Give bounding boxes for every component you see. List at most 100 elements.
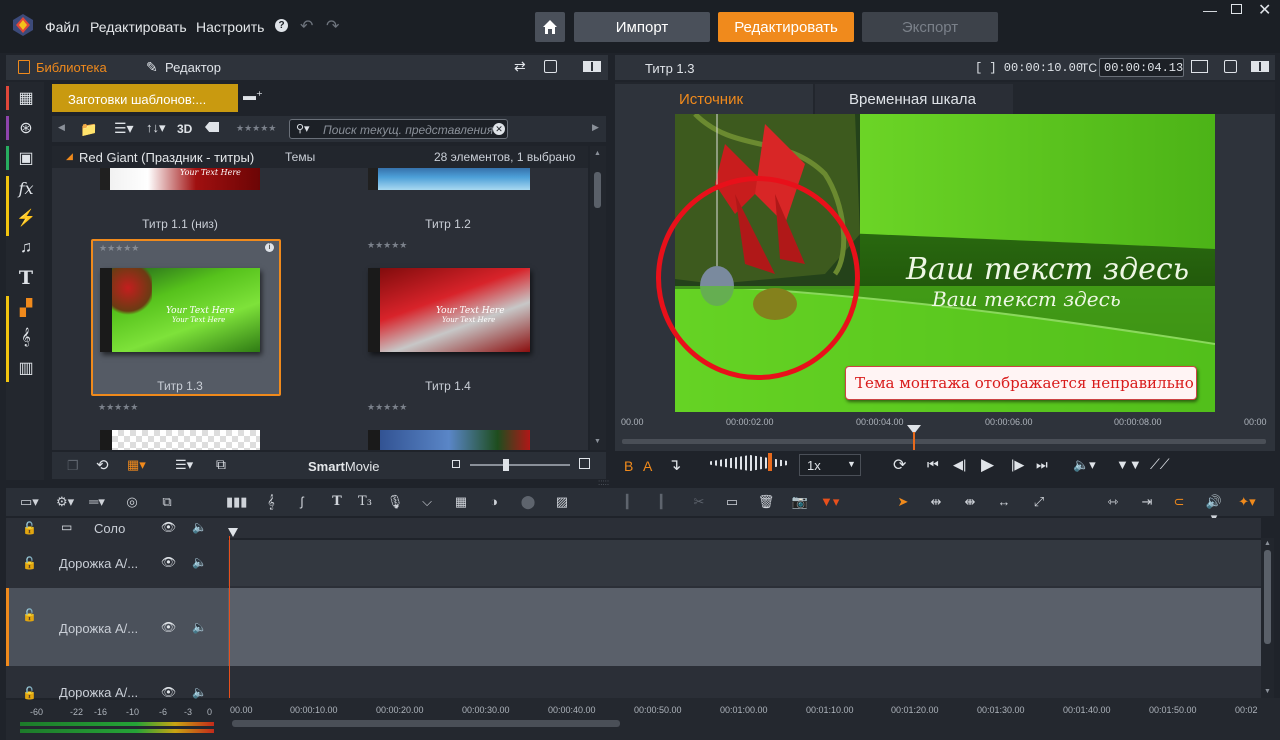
stack-icon[interactable]: ❐: [67, 458, 79, 474]
thumbnail-1-6[interactable]: [368, 430, 530, 450]
track-layout-icon[interactable]: ▭▾: [20, 494, 39, 510]
step-back-icon[interactable]: ◀|: [953, 457, 966, 473]
sidebar-transitions-icon[interactable]: ⚡: [14, 206, 38, 230]
lock-icon[interactable]: 🔓: [22, 556, 37, 570]
thumbnail-1-3[interactable]: Your Text Here Your Text Here: [100, 268, 260, 352]
horizontal-scrollbar[interactable]: [232, 720, 620, 727]
razor-icon[interactable]: ✂: [690, 494, 708, 510]
play-icon[interactable]: ▶: [981, 455, 994, 475]
title-icon[interactable]: T: [328, 494, 346, 509]
pointer-tool-icon[interactable]: ➤: [894, 494, 912, 510]
track-name[interactable]: Дорожка А/...: [59, 556, 138, 571]
go-end-icon[interactable]: ⏭: [1036, 457, 1048, 473]
add-collection-icon[interactable]: ▬⁺: [243, 88, 263, 104]
swap-icon[interactable]: ⇄: [514, 58, 526, 75]
effects-icon[interactable]: ʃ: [293, 494, 311, 509]
track-name[interactable]: Дорожка А/...: [59, 685, 138, 700]
mark-in-icon[interactable]: ▼▼: [1116, 457, 1142, 472]
trim-icon[interactable]: ⇹: [927, 494, 945, 510]
speaker-icon[interactable]: 🔈: [192, 620, 207, 634]
voiceover-icon[interactable]: 🎙: [386, 494, 404, 510]
track-name[interactable]: Дорожка А/...: [59, 621, 138, 636]
menu-edit[interactable]: Редактировать: [90, 19, 187, 35]
motion-icon[interactable]: ⌵: [418, 494, 436, 510]
tab-timeline[interactable]: Временная шкала: [815, 84, 1013, 114]
speaker-icon[interactable]: 🔈: [192, 555, 207, 569]
close-button[interactable]: ✕: [1258, 0, 1271, 20]
export-button[interactable]: Экспорт: [862, 12, 998, 42]
edit-mode-button[interactable]: Редактировать: [718, 12, 854, 42]
title-3d-icon[interactable]: T₃: [356, 494, 374, 509]
minimize-button[interactable]: —: [1203, 2, 1217, 18]
menu-file[interactable]: Файл: [45, 19, 79, 35]
slip-icon[interactable]: ⇼: [961, 494, 979, 510]
thumbnail-size-slider[interactable]: [470, 459, 570, 471]
speaker-icon[interactable]: 🔈: [192, 685, 207, 699]
popout-icon[interactable]: [544, 60, 557, 73]
scorefitter-icon[interactable]: 𝄞: [262, 494, 280, 510]
tab-library[interactable]: Библиотека: [36, 60, 107, 75]
rating-filter[interactable]: ★★★★★: [236, 123, 276, 134]
lock-icon[interactable]: 🔓: [22, 521, 37, 535]
eye-icon[interactable]: 👁: [161, 685, 176, 699]
sidebar-music-icon[interactable]: ♫: [14, 236, 38, 260]
speed-select[interactable]: 1x ▼: [799, 454, 861, 476]
thumbnail-1-5[interactable]: [100, 430, 260, 450]
help-icon[interactable]: ?: [275, 19, 288, 32]
export-frame-icon[interactable]: [1191, 60, 1208, 73]
collection-tab[interactable]: Заготовки шаблонов:...: [52, 84, 238, 112]
search-input[interactable]: ⚲▾ Поиск текущ. представления ✕: [289, 119, 508, 139]
maximize-button[interactable]: [1231, 4, 1242, 14]
thumbnail-1-2[interactable]: [368, 168, 530, 190]
insert-icon[interactable]: ⇥: [1138, 494, 1156, 510]
color-icon[interactable]: ◑: [485, 494, 503, 509]
eye-icon[interactable]: 👁: [161, 520, 176, 534]
thumbnail-1-1[interactable]: Your Text Here: [100, 168, 260, 190]
snapshot-icon[interactable]: 📷: [791, 494, 809, 510]
menu-settings[interactable]: Настроить: [196, 19, 264, 35]
undo-icon[interactable]: ↶: [300, 16, 313, 36]
go-to-icon[interactable]: ↴: [668, 455, 681, 475]
panel-splitter[interactable]: :::::: [598, 478, 609, 487]
sidebar-video-icon[interactable]: ⊛: [14, 116, 38, 140]
clip-icon[interactable]: ▭: [723, 494, 741, 510]
refresh-icon[interactable]: ⟲: [96, 456, 109, 474]
edit-mode-icon[interactable]: ═▾: [88, 494, 106, 510]
sidebar-projects-icon[interactable]: ▦: [14, 86, 38, 110]
magic-icon[interactable]: ✦▾: [1238, 494, 1256, 510]
magnet-icon[interactable]: ⊂: [1170, 494, 1188, 510]
eye-icon[interactable]: 👁: [161, 555, 176, 569]
storyboard-icon[interactable]: ◎: [123, 494, 141, 510]
scroll-left-icon[interactable]: ◀: [58, 122, 65, 133]
sidebar-scorefitter-icon[interactable]: 𝄞: [14, 326, 38, 350]
jog-shuttle[interactable]: [710, 455, 790, 471]
loop-icon[interactable]: ⟳: [893, 455, 906, 475]
speaker-icon[interactable]: 🔈: [192, 520, 207, 534]
go-start-icon[interactable]: ⏮: [927, 457, 939, 473]
tab-source[interactable]: Источник: [615, 84, 813, 114]
library-scrollbar[interactable]: ▲ ▼: [590, 146, 606, 450]
sidebar-soundfx-icon[interactable]: ▥: [14, 356, 38, 380]
settings-icon[interactable]: ⚙▾: [56, 494, 74, 510]
smartmovie-button[interactable]: SmartMovie: [308, 459, 380, 474]
split-icon[interactable]: ⟋⟋: [1150, 456, 1170, 473]
sidebar-effects-icon[interactable]: fx: [14, 176, 38, 200]
layout-icon[interactable]: [583, 61, 601, 72]
stop-motion-icon[interactable]: ⬤: [519, 494, 537, 510]
ripple-icon[interactable]: ⇿: [1104, 494, 1122, 510]
folder-icon[interactable]: 📁: [80, 121, 97, 138]
list-view-icon[interactable]: ☰▾: [175, 457, 193, 473]
delete-icon[interactable]: 🗑: [757, 494, 775, 510]
timeline-scrollbar[interactable]: ▲ ▼: [1261, 538, 1274, 700]
fit-icon[interactable]: ⤢: [1030, 494, 1048, 510]
sidebar-titles-icon[interactable]: T: [14, 266, 38, 290]
marker-a[interactable]: A: [643, 458, 652, 474]
popout-icon[interactable]: [1224, 60, 1237, 73]
tab-editor[interactable]: Редактор: [165, 60, 221, 75]
multicam-icon[interactable]: ▦: [452, 494, 470, 510]
slide-icon[interactable]: ↔: [995, 494, 1013, 509]
eye-icon[interactable]: 👁: [161, 620, 176, 634]
sort-icon[interactable]: ↑↓▾: [146, 120, 166, 136]
view-3d-toggle[interactable]: 3D: [177, 122, 192, 136]
thumbnail-1-4[interactable]: Your Text Here Your Text Here: [368, 268, 530, 352]
